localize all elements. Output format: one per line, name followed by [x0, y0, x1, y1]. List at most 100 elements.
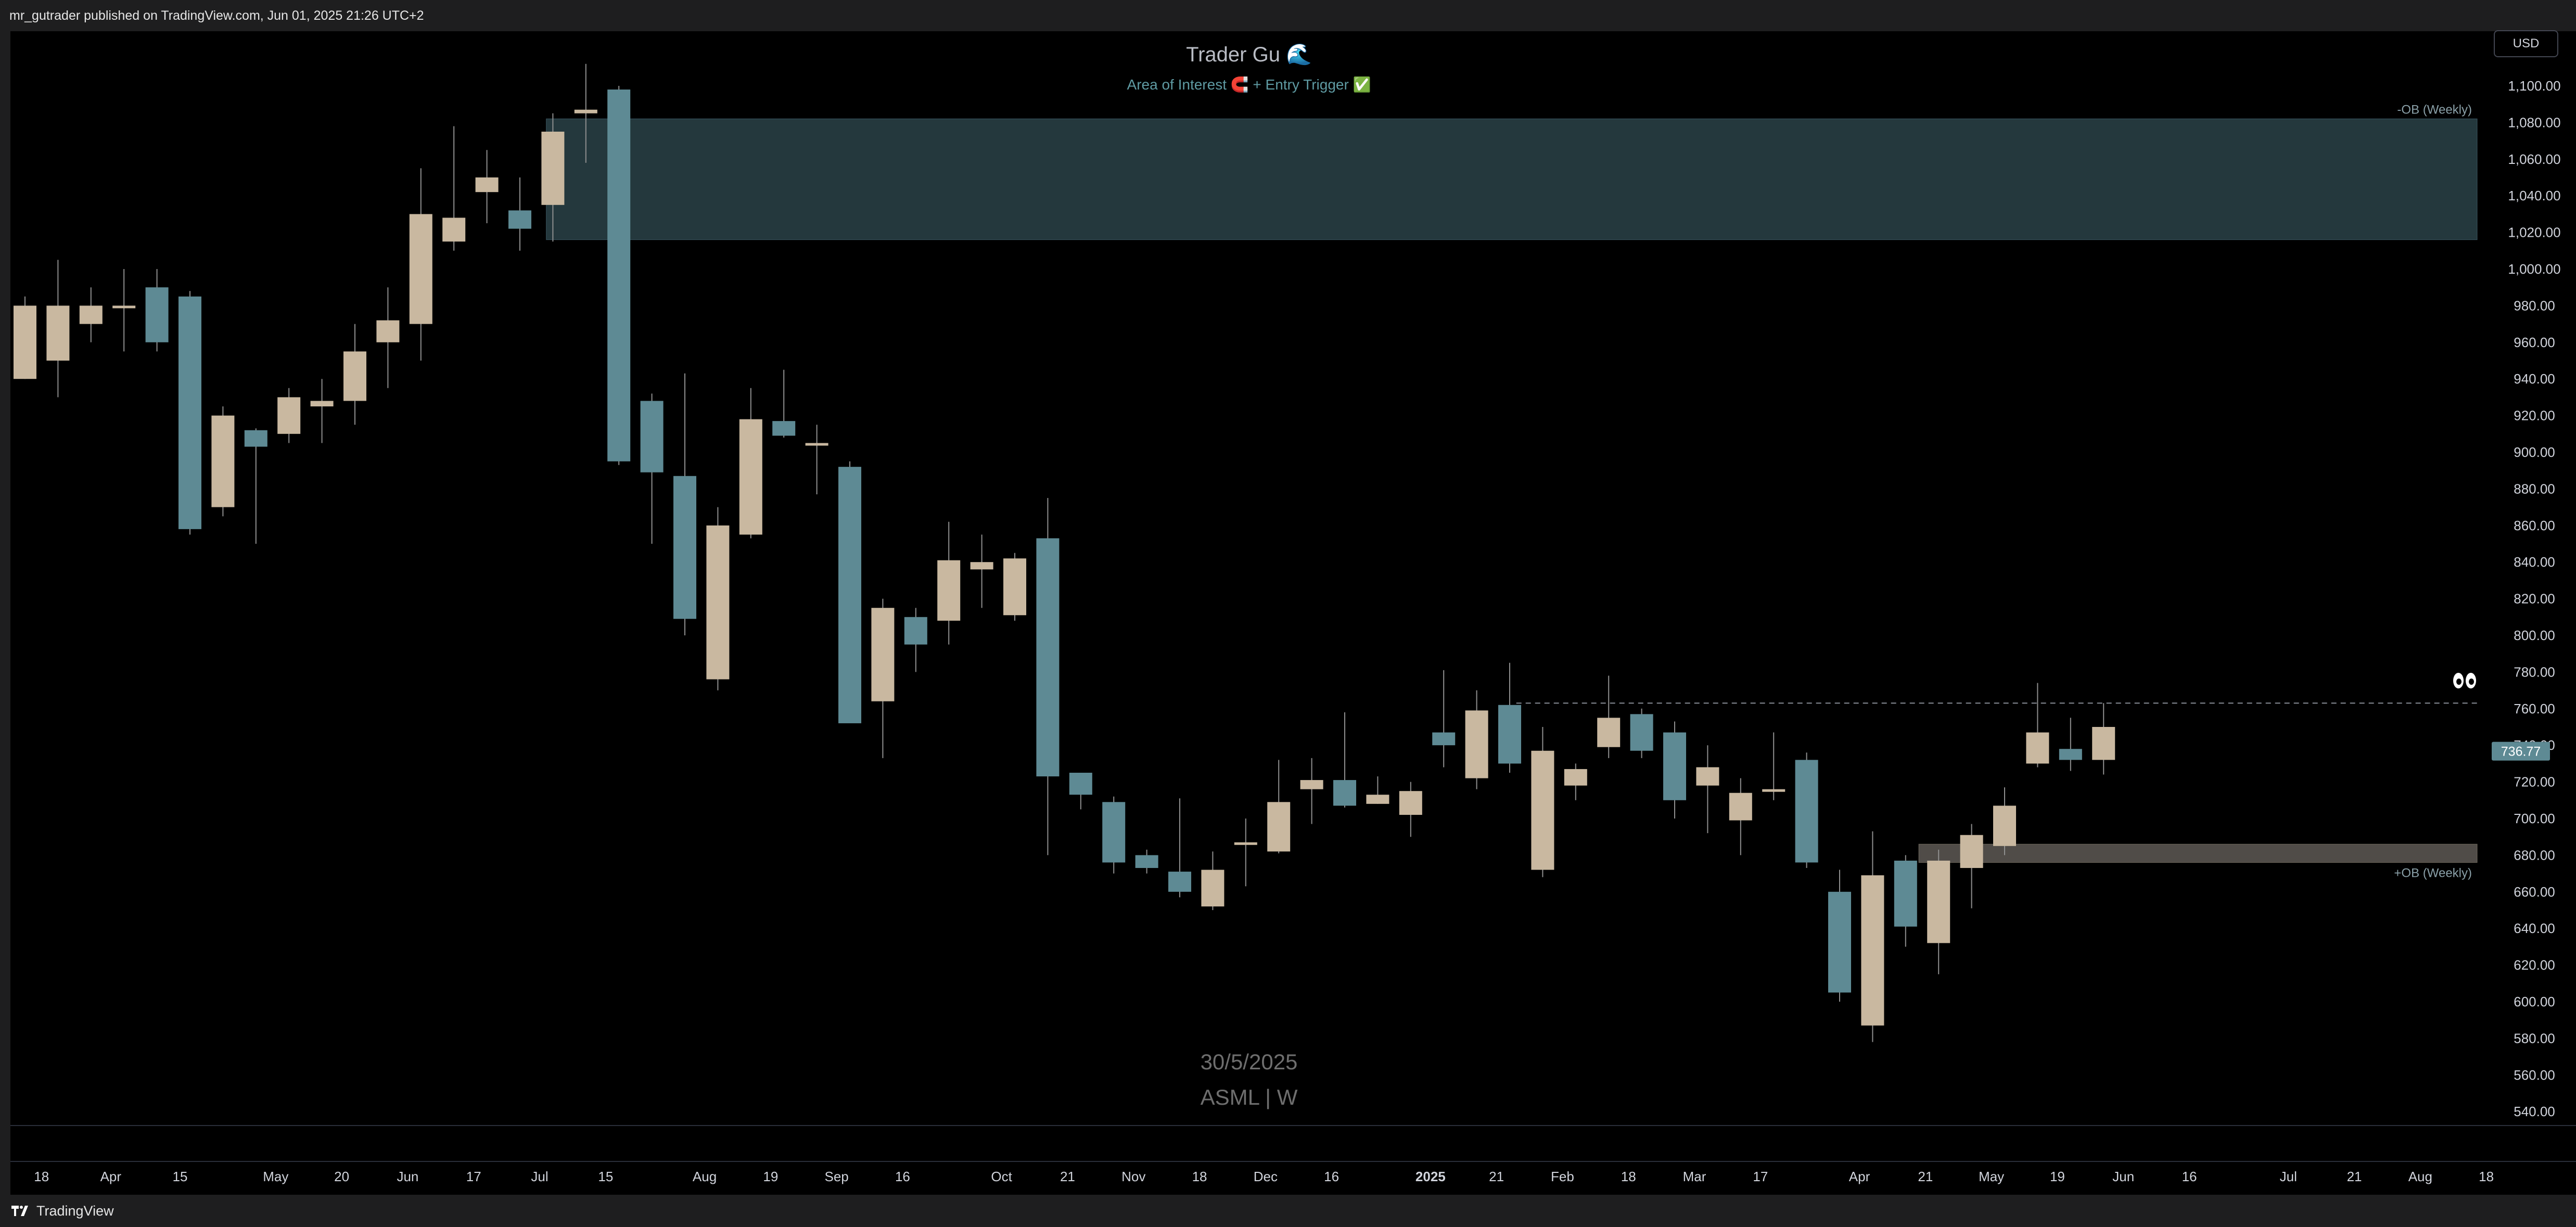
- price-tick-label: 1,000.00: [2508, 261, 2560, 277]
- candle-body: [1102, 802, 1126, 863]
- candle-body: [904, 617, 927, 645]
- candle-body: [1993, 806, 2016, 846]
- candle-body: [1927, 860, 1950, 943]
- price-tick-label: 760.00: [2514, 701, 2555, 717]
- zone-bullish: [1918, 843, 2478, 863]
- time-tick-label: 15: [173, 1169, 188, 1184]
- candle-body: [79, 305, 103, 324]
- time-tick-label: 2025: [1415, 1169, 1446, 1184]
- price-tick-label: 1,100.00: [2508, 78, 2560, 94]
- price-tick-label: 860.00: [2514, 518, 2555, 533]
- price-tick-label: 640.00: [2514, 921, 2555, 936]
- chart-title: Trader Gu 🌊: [1186, 42, 1312, 66]
- candle-body: [178, 296, 201, 529]
- footer-bar: TradingView: [0, 1195, 2576, 1227]
- price-tick-label: 720.00: [2514, 774, 2555, 790]
- candlestick-chart[interactable]: -OB (Weekly) +OB (Weekly) 1,100.00 1,080.00…: [10, 31, 2576, 1195]
- price-tick-label: 700.00: [2514, 811, 2555, 826]
- time-tick-label: 21: [1489, 1169, 1504, 1184]
- price-tick-label: 560.00: [2514, 1067, 2555, 1083]
- time-tick-label: May: [1979, 1169, 2004, 1184]
- candle-body: [1465, 710, 1488, 778]
- time-tick-label: 16: [1324, 1169, 1339, 1184]
- time-tick-label: Jul: [531, 1169, 548, 1184]
- price-tick-label: 600.00: [2514, 994, 2555, 1009]
- time-tick-label: 17: [1753, 1169, 1768, 1184]
- eyes-icon: [2453, 670, 2478, 694]
- currency-button[interactable]: USD: [2494, 30, 2558, 57]
- candle-body: [1135, 855, 1158, 868]
- candle-body: [211, 415, 235, 507]
- candle-body: [541, 132, 565, 205]
- candle-body: [46, 305, 70, 361]
- time-tick-label: 17: [466, 1169, 481, 1184]
- price-tick-label: 580.00: [2514, 1030, 2555, 1046]
- candle-body: [1366, 795, 1389, 804]
- candle-body: [1069, 773, 1092, 795]
- price-tick-label: 840.00: [2514, 554, 2555, 570]
- candle-body: [1828, 891, 1851, 993]
- candle-body: [1201, 870, 1225, 906]
- time-tick-label: Jun: [397, 1169, 418, 1184]
- candle-body: [574, 109, 597, 113]
- price-tick-label: 940.00: [2514, 371, 2555, 387]
- time-tick-label: 18: [34, 1169, 49, 1184]
- price-tick-label: 900.00: [2514, 444, 2555, 460]
- candle-body: [772, 421, 796, 436]
- time-tick-label: 21: [2347, 1169, 2362, 1184]
- candle-body: [1696, 767, 1719, 786]
- price-tick-label: 620.00: [2514, 957, 2555, 973]
- time-tick-label: Feb: [1551, 1169, 1574, 1184]
- zone-label-bearish: -OB (Weekly): [2397, 103, 2472, 117]
- candle-body: [1333, 780, 1356, 806]
- time-tick-label: 21: [1060, 1169, 1075, 1184]
- candle-body: [1597, 718, 1621, 747]
- time-tick-label: Apr: [1849, 1169, 1870, 1184]
- publish-line: mr_gutrader published on TradingView.com…: [9, 8, 424, 23]
- price-tick-label: 960.00: [2514, 335, 2555, 350]
- chart-area[interactable]: -OB (Weekly) +OB (Weekly) 1,100.00 1,080.00…: [10, 31, 2576, 1195]
- candle-body: [838, 467, 861, 723]
- time-tick-label: 18: [2479, 1169, 2494, 1184]
- time-tick-label: Mar: [1683, 1169, 1706, 1184]
- tradingview-logo-icon[interactable]: [11, 1206, 30, 1216]
- price-tick-label: 920.00: [2514, 408, 2555, 424]
- candle-body: [1234, 842, 1257, 845]
- time-tick-label: Jun: [2112, 1169, 2134, 1184]
- candle-body: [1003, 558, 1026, 616]
- time-tick-label: May: [263, 1169, 288, 1184]
- price-tick-label: 800.00: [2514, 628, 2555, 643]
- candle-body: [1168, 872, 1191, 892]
- candle-body: [937, 560, 961, 621]
- candle-body: [673, 476, 696, 619]
- candle-body: [409, 214, 432, 324]
- candle-body: [442, 218, 466, 242]
- candle-body: [706, 525, 730, 680]
- time-tick-label: 20: [334, 1169, 349, 1184]
- candle-body: [1663, 732, 1686, 800]
- candle-body: [1960, 835, 1983, 868]
- watermark-date: 30/5/2025: [1201, 1050, 1298, 1074]
- candle-body: [739, 419, 762, 535]
- time-tick-label: 19: [763, 1169, 778, 1184]
- candle-body: [1564, 769, 1587, 786]
- price-tick-label: 1,020.00: [2508, 225, 2560, 240]
- time-tick-label: 15: [598, 1169, 613, 1184]
- candle-body: [805, 443, 828, 446]
- candle-body: [1036, 538, 1060, 777]
- time-tick-label: Sep: [825, 1169, 849, 1184]
- candle-body: [508, 210, 531, 229]
- price-tick-label: 880.00: [2514, 481, 2555, 496]
- last-price-label: 736.77: [2501, 745, 2541, 759]
- time-tick-label: 19: [2050, 1169, 2065, 1184]
- price-tick-label: 780.00: [2514, 664, 2555, 680]
- candle-body: [1531, 750, 1554, 870]
- candle-body: [14, 305, 36, 379]
- candle-body: [640, 401, 664, 472]
- chart-subtitle: Area of Interest 🧲 + Entry Trigger ✅: [1127, 76, 1371, 93]
- zone-bearish: [546, 118, 2478, 240]
- footer-brand[interactable]: TradingView: [36, 1203, 114, 1219]
- price-tick-label: 540.00: [2514, 1104, 2555, 1119]
- price-tick-label: 680.00: [2514, 847, 2555, 863]
- price-tick-label: 1,060.00: [2508, 151, 2560, 167]
